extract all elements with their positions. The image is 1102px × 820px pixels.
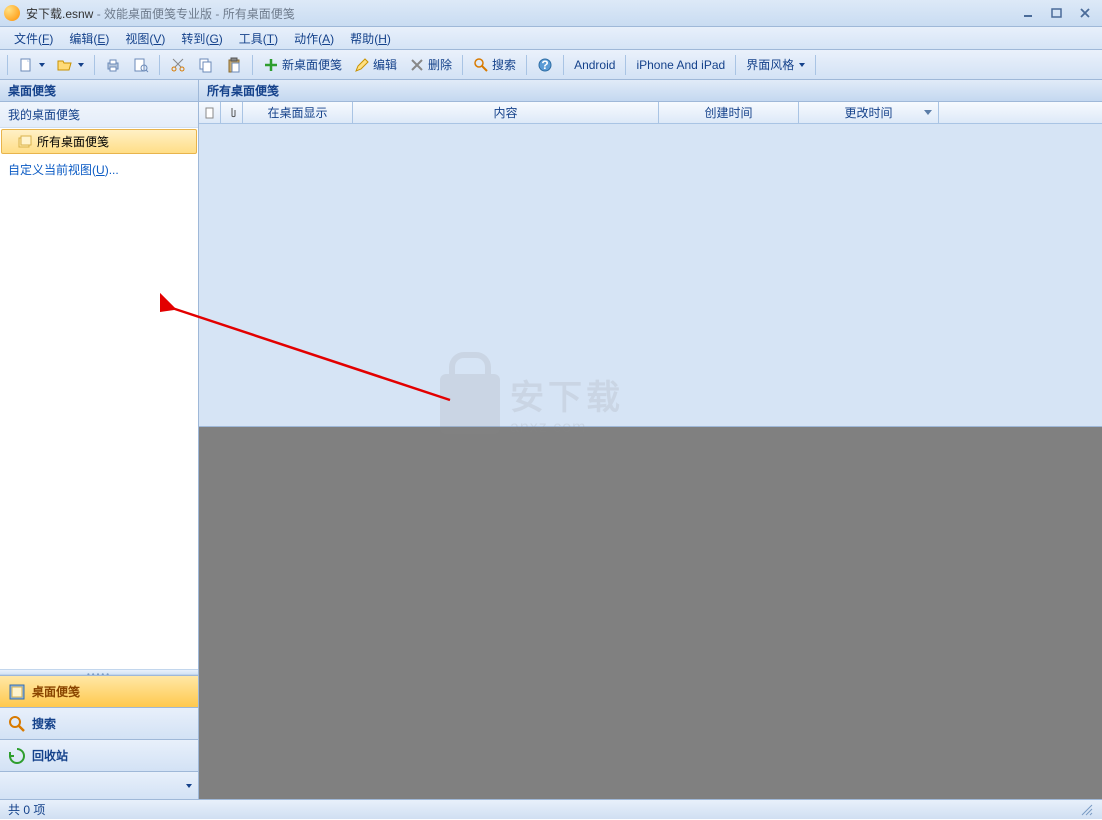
nav-search[interactable]: 搜索 (0, 707, 198, 739)
delete-icon (409, 57, 425, 73)
menu-edit[interactable]: 编辑(E) (61, 28, 117, 49)
menu-action[interactable]: 动作(A) (286, 28, 342, 49)
plus-icon (263, 57, 279, 73)
style-label: 界面风格 (746, 56, 794, 73)
delete-label: 删除 (428, 56, 452, 73)
cut-button[interactable] (165, 54, 191, 76)
copy-icon (198, 57, 214, 73)
delete-button[interactable]: 删除 (404, 53, 457, 76)
content-area: 所有桌面便笺 在桌面显示 内容 创建时间 更改时间 (199, 80, 1102, 799)
menu-goto[interactable]: 转到(G) (173, 28, 230, 49)
tree-item-all-notes[interactable]: 所有桌面便笺 (1, 129, 197, 154)
iphone-label: iPhone And iPad (636, 58, 725, 72)
paperclip-icon (227, 107, 237, 119)
statusbar: 共 0 项 (0, 799, 1102, 819)
android-button[interactable]: Android (569, 55, 620, 75)
menu-tools[interactable]: 工具(T) (231, 28, 286, 49)
svg-text:?: ? (541, 58, 548, 72)
titlebar: 安下载.esnw - 效能桌面便笺专业版 - 所有桌面便笺 (0, 0, 1102, 27)
new-note-button[interactable]: 新桌面便笺 (258, 53, 347, 76)
filename: 安下载.esnw (26, 7, 93, 21)
copy-button[interactable] (193, 54, 219, 76)
column-show-desktop[interactable]: 在桌面显示 (243, 102, 353, 123)
nav-label: 回收站 (32, 747, 68, 764)
column-create-time[interactable]: 创建时间 (659, 102, 799, 123)
pencil-icon (354, 57, 370, 73)
column-icon[interactable] (199, 102, 221, 123)
search-button[interactable]: 搜索 (468, 53, 521, 76)
iphone-button[interactable]: iPhone And iPad (631, 55, 730, 75)
menu-view[interactable]: 视图(V) (117, 28, 173, 49)
help-button[interactable]: ? (532, 54, 558, 76)
nav-notes[interactable]: 桌面便笺 (0, 675, 198, 707)
custom-view-link[interactable]: 自定义当前视图(U)... (0, 155, 198, 184)
main-area: 桌面便笺 我的桌面便笺 所有桌面便笺 自定义当前视图(U)... ••••• 桌… (0, 80, 1102, 799)
menu-file[interactable]: 文件(F) (6, 28, 61, 49)
nav-label: 搜索 (32, 715, 56, 732)
resize-grip[interactable] (1080, 803, 1094, 817)
folder-open-icon (57, 57, 73, 73)
table-area: 在桌面显示 内容 创建时间 更改时间 (199, 102, 1102, 427)
edit-label: 编辑 (373, 56, 397, 73)
recycle-icon (8, 747, 26, 765)
page-icon (204, 107, 216, 119)
help-icon: ? (537, 57, 553, 73)
print-preview-button[interactable] (128, 54, 154, 76)
column-modify-time[interactable]: 更改时间 (799, 102, 939, 123)
paste-button[interactable] (221, 54, 247, 76)
nav-more-button[interactable] (0, 771, 198, 799)
window-controls (1016, 5, 1098, 21)
toolbar: 新桌面便笺 编辑 删除 搜索 ? Android iPhone And iPad… (0, 50, 1102, 80)
preview-pane (199, 427, 1102, 799)
tree: 我的桌面便笺 所有桌面便笺 自定义当前视图(U)... (0, 102, 198, 184)
search-label: 搜索 (492, 56, 516, 73)
android-label: Android (574, 58, 615, 72)
app-title-suffix: - 效能桌面便笺专业版 - 所有桌面便笺 (93, 7, 294, 21)
dropdown-arrow-icon (78, 63, 84, 67)
menu-help[interactable]: 帮助(H) (342, 28, 399, 49)
new-file-icon (18, 57, 34, 73)
printer-icon (105, 57, 121, 73)
open-file-button[interactable] (52, 54, 89, 76)
table-header: 在桌面显示 内容 创建时间 更改时间 (199, 102, 1102, 124)
paste-icon (226, 57, 242, 73)
maximize-button[interactable] (1044, 5, 1070, 21)
new-file-button[interactable] (13, 54, 50, 76)
column-attachment[interactable] (221, 102, 243, 123)
search-icon (473, 57, 489, 73)
content-header: 所有桌面便笺 (199, 80, 1102, 102)
search-icon (8, 715, 26, 733)
tree-empty-area (0, 184, 198, 669)
minimize-button[interactable] (1016, 5, 1042, 21)
edit-button[interactable]: 编辑 (349, 53, 402, 76)
style-button[interactable]: 界面风格 (741, 53, 810, 76)
status-count: 共 0 项 (8, 801, 45, 818)
sidebar: 桌面便笺 我的桌面便笺 所有桌面便笺 自定义当前视图(U)... ••••• 桌… (0, 80, 199, 799)
note-stack-icon (17, 134, 33, 150)
print-button[interactable] (100, 54, 126, 76)
app-icon (4, 5, 20, 21)
tree-item-label: 所有桌面便笺 (37, 133, 109, 150)
print-preview-icon (133, 57, 149, 73)
nav-recycle[interactable]: 回收站 (0, 739, 198, 771)
window-title: 安下载.esnw - 效能桌面便笺专业版 - 所有桌面便笺 (26, 5, 1016, 22)
dropdown-arrow-icon (799, 63, 805, 67)
scissors-icon (170, 57, 186, 73)
menubar: 文件(F) 编辑(E) 视图(V) 转到(G) 工具(T) 动作(A) 帮助(H… (0, 27, 1102, 50)
nav-label: 桌面便笺 (32, 683, 80, 700)
dropdown-arrow-icon (39, 63, 45, 67)
sidebar-header: 桌面便笺 (0, 80, 198, 102)
column-content[interactable]: 内容 (353, 102, 659, 123)
new-note-label: 新桌面便笺 (282, 56, 342, 73)
sticky-note-icon (8, 683, 26, 701)
close-button[interactable] (1072, 5, 1098, 21)
dropdown-arrow-icon (186, 784, 192, 788)
tree-group-my-notes[interactable]: 我的桌面便笺 (0, 102, 198, 128)
